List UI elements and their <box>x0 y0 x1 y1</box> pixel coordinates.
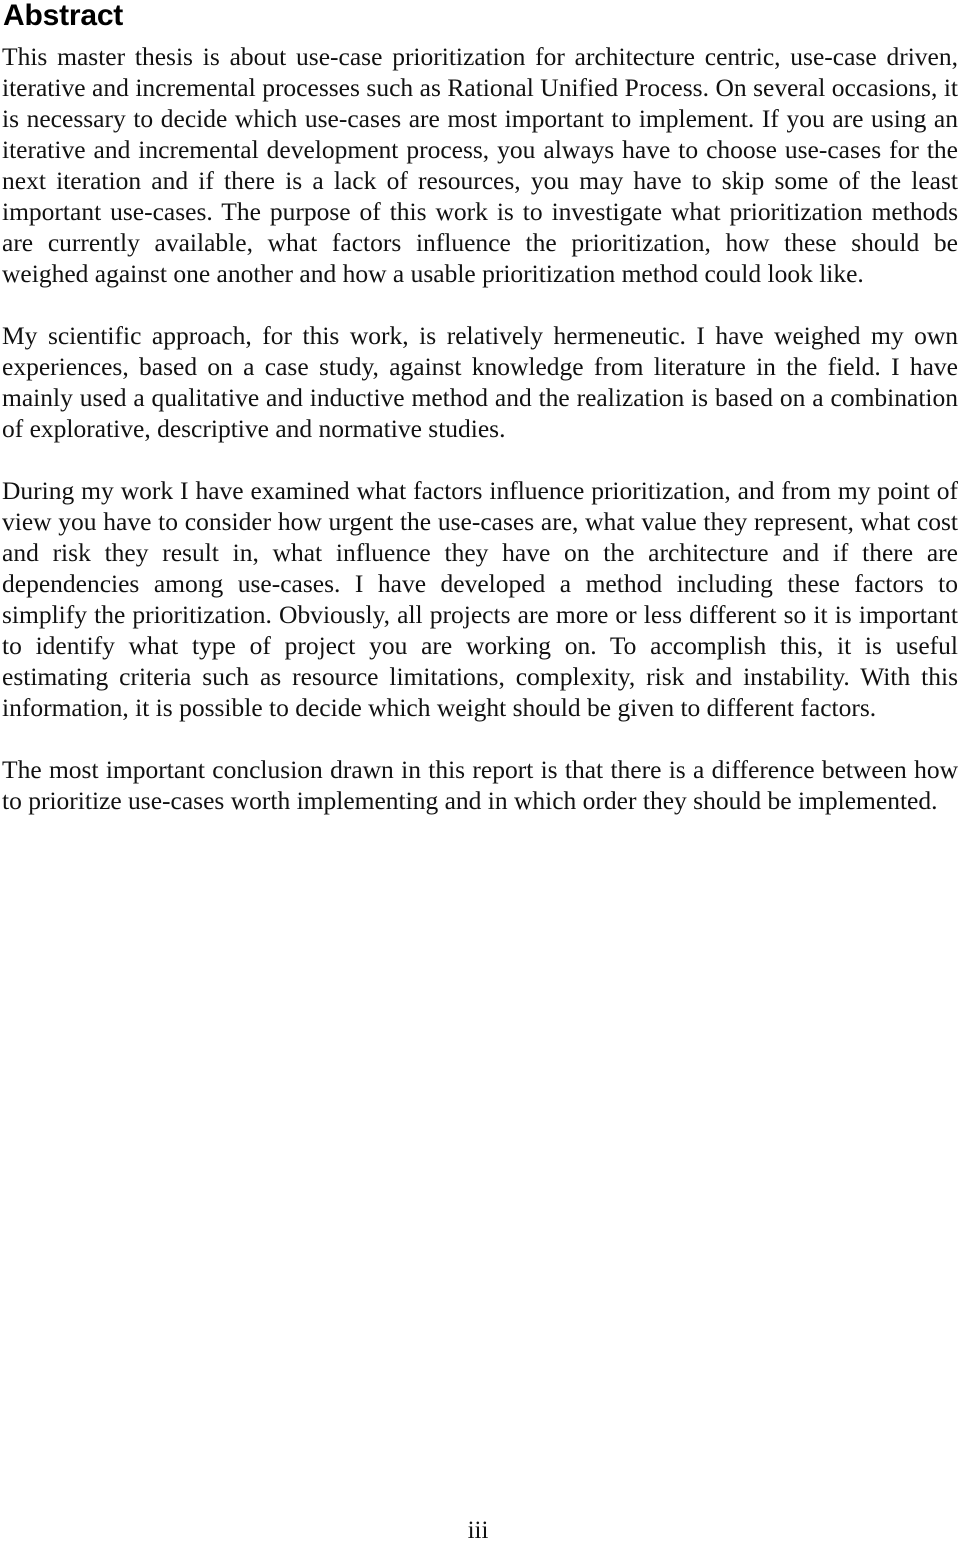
abstract-paragraph-3: During my work I have examined what fact… <box>2 476 958 722</box>
document-page: Abstract This master thesis is about use… <box>0 0 960 1552</box>
page-number: iii <box>467 1517 489 1544</box>
abstract-paragraph-2: My scientific approach, for this work, i… <box>2 321 958 443</box>
page-content: Abstract This master thesis is about use… <box>2 0 958 816</box>
abstract-paragraph-1: This master thesis is about use-case pri… <box>2 42 958 288</box>
abstract-paragraph-4: The most important conclusion drawn in t… <box>2 755 958 815</box>
page-title: Abstract <box>3 0 124 32</box>
